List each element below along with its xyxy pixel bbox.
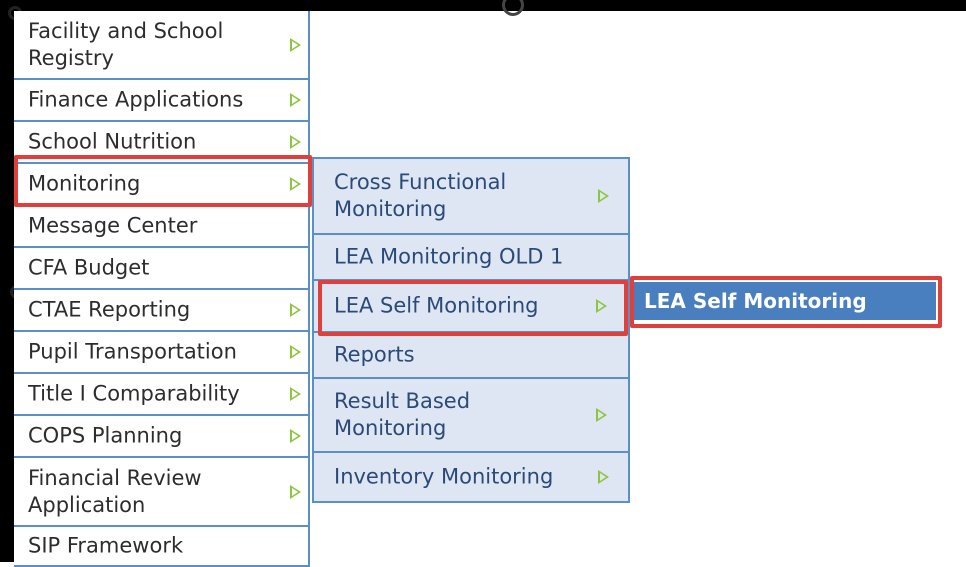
highlight-box-lea-self-monitoring bbox=[318, 280, 628, 336]
menu-item-label: School Nutrition bbox=[28, 129, 197, 154]
window-frame-top bbox=[0, 0, 966, 11]
menu-item-cfa-budget[interactable]: CFA Budget bbox=[14, 248, 310, 290]
menu-item-label: CFA Budget bbox=[28, 255, 150, 280]
menu-item-label: COPS Planning bbox=[28, 423, 183, 448]
menu-item-title-i-comparability[interactable]: Title I Comparability bbox=[14, 374, 310, 416]
menu-item-label: Financial Review Application bbox=[28, 465, 202, 517]
menu-item-label: CTAE Reporting bbox=[28, 297, 191, 322]
menu-item-message-center[interactable]: Message Center bbox=[14, 206, 310, 248]
submenu-item-label: Inventory Monitoring bbox=[334, 464, 554, 489]
submenu-arrow-icon bbox=[290, 303, 301, 317]
submenu-item-inventory-monitoring[interactable]: Inventory Monitoring bbox=[312, 451, 630, 503]
submenu-arrow-icon bbox=[290, 93, 301, 107]
menu-item-facility-and-school-registry[interactable]: Facility and School Registry bbox=[14, 11, 310, 80]
submenu-arrow-icon bbox=[598, 189, 609, 203]
highlight-box-lea-self-monitoring-third bbox=[630, 276, 942, 328]
submenu-arrow-icon bbox=[290, 345, 301, 359]
submenu-arrow-icon bbox=[290, 484, 301, 499]
menu-item-label: Pupil Transportation bbox=[28, 339, 237, 364]
menu-item-financial-review-application[interactable]: Financial Review Application bbox=[14, 458, 310, 527]
submenu-arrow-icon bbox=[290, 37, 301, 52]
menu-item-label: Message Center bbox=[28, 213, 198, 238]
menu-item-label: Title I Comparability bbox=[28, 381, 240, 406]
menu-item-label: Finance Applications bbox=[28, 87, 244, 112]
menu-item-pupil-transportation[interactable]: Pupil Transportation bbox=[14, 332, 310, 374]
menu-item-cops-planning[interactable]: COPS Planning bbox=[14, 416, 310, 458]
submenu-arrow-icon bbox=[290, 429, 301, 443]
submenu-item-cross-functional-monitoring[interactable]: Cross Functional Monitoring bbox=[312, 157, 630, 235]
highlight-box-monitoring bbox=[14, 155, 312, 207]
cursor-arc-top bbox=[502, 0, 524, 16]
submenu-arrow-icon bbox=[598, 470, 609, 484]
submenu-item-label: Reports bbox=[334, 342, 415, 367]
submenu-item-result-based-monitoring[interactable]: Result Based Monitoring bbox=[312, 377, 630, 453]
menu-item-label: Facility and School Registry bbox=[28, 18, 224, 70]
window-frame-left bbox=[0, 0, 14, 562]
submenu-item-reports[interactable]: Reports bbox=[312, 331, 630, 379]
menu-item-ctae-reporting[interactable]: CTAE Reporting bbox=[14, 290, 310, 332]
submenu-item-label: LEA Monitoring OLD 1 bbox=[334, 244, 564, 269]
menu-item-finance-applications[interactable]: Finance Applications bbox=[14, 80, 310, 122]
submenu-item-label: Result Based Monitoring bbox=[334, 389, 471, 440]
submenu-arrow-icon bbox=[290, 387, 301, 401]
submenu-item-lea-monitoring-old-1[interactable]: LEA Monitoring OLD 1 bbox=[312, 233, 630, 281]
submenu-arrow-icon bbox=[596, 408, 607, 422]
menu-item-label: SIP Framework bbox=[28, 533, 184, 558]
submenu-item-label: Cross Functional Monitoring bbox=[334, 170, 507, 221]
submenu-arrow-icon bbox=[290, 135, 301, 149]
menu-item-sip-framework[interactable]: SIP Framework bbox=[14, 527, 310, 567]
